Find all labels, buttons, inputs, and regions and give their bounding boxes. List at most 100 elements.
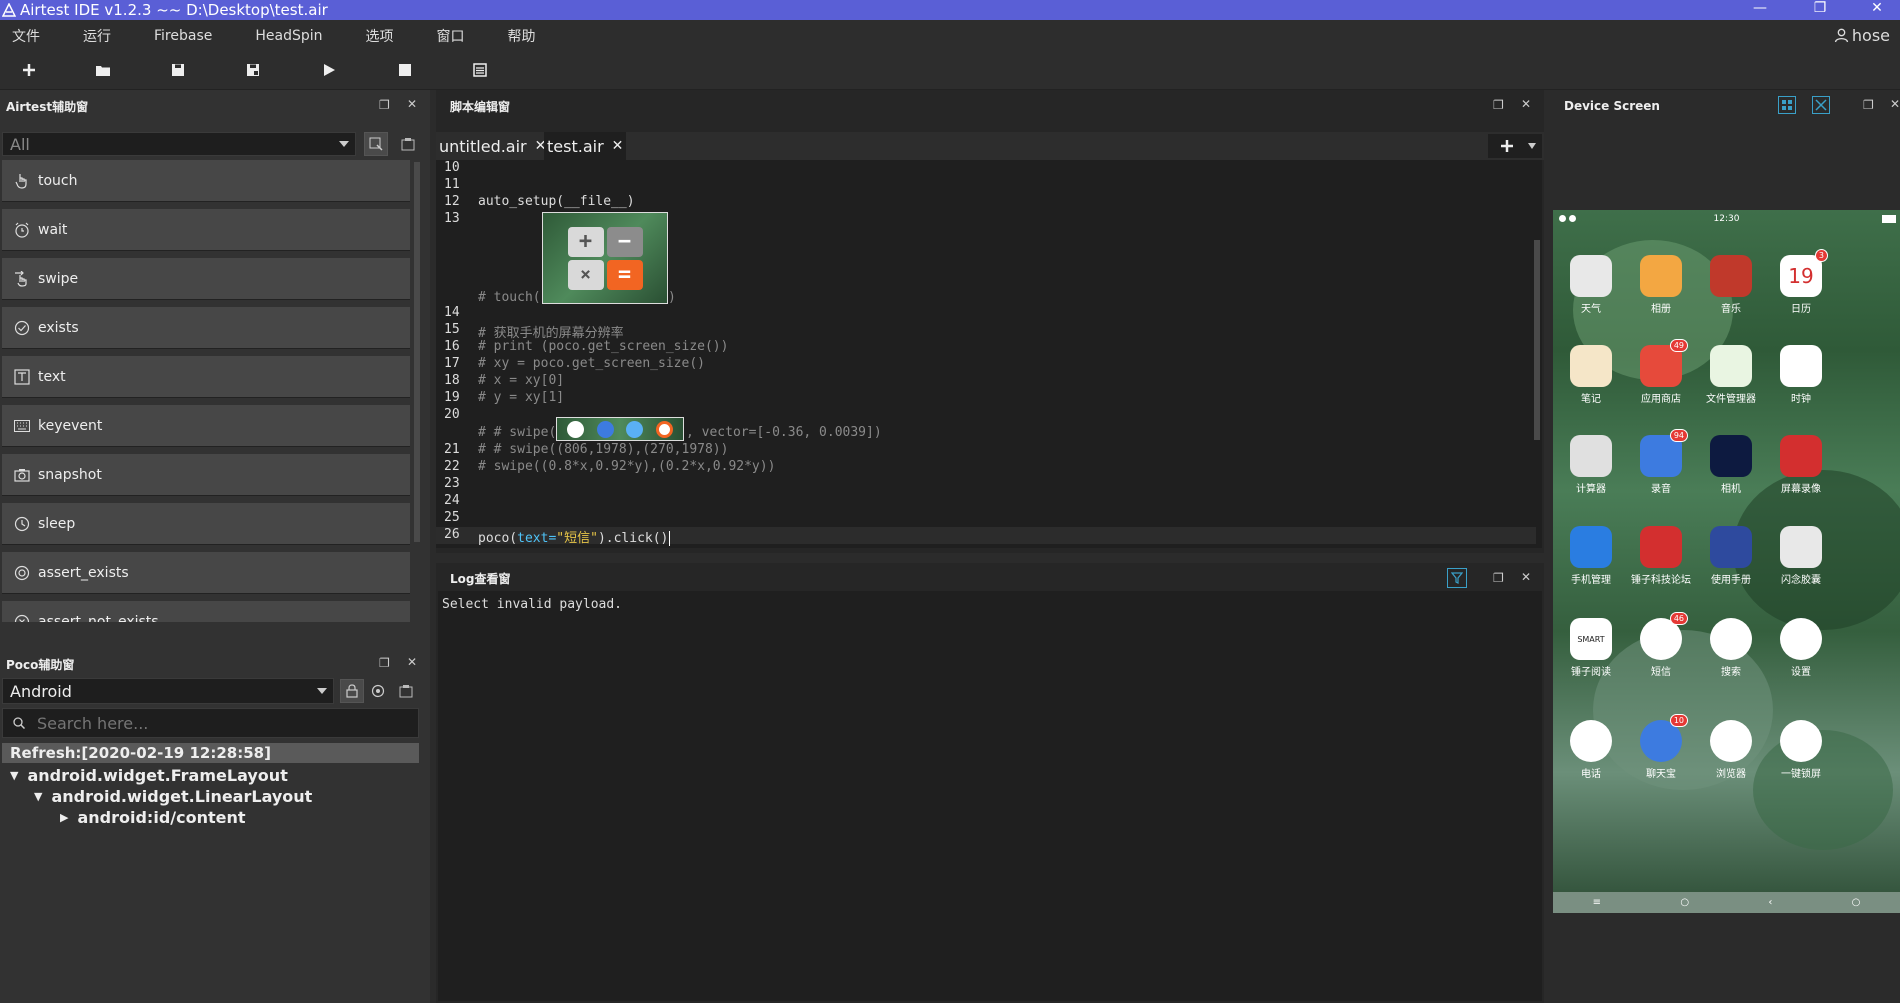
close-icon[interactable]: ✕ bbox=[1890, 97, 1900, 111]
log-filter-button[interactable] bbox=[1447, 568, 1467, 588]
menu-help[interactable]: 帮助 bbox=[508, 26, 536, 46]
app-clock-app[interactable]: 时钟 bbox=[1771, 345, 1831, 405]
report-button[interactable] bbox=[471, 61, 489, 79]
close-icon[interactable]: ✕ bbox=[1521, 97, 1531, 111]
close-window-button[interactable]: ✕ bbox=[1862, 0, 1892, 16]
poco-platform-select[interactable]: Android bbox=[2, 678, 334, 704]
app-app-store[interactable]: 49 应用商店 bbox=[1631, 339, 1691, 405]
menu-window[interactable]: 窗口 bbox=[437, 26, 465, 46]
poco-search-box[interactable] bbox=[2, 708, 419, 738]
tree-node[interactable]: ▼ android.widget.FrameLayout bbox=[10, 765, 312, 786]
editor-scrollbar[interactable] bbox=[1534, 240, 1540, 440]
api-item-label: wait bbox=[38, 221, 68, 238]
minimize-button[interactable]: — bbox=[1745, 0, 1775, 16]
api-item-wait[interactable]: wait bbox=[2, 209, 410, 251]
app-reader-app[interactable]: SMART 锤子阅读 bbox=[1561, 618, 1621, 678]
app-idea-capsule[interactable]: 闪念胶囊 bbox=[1771, 526, 1831, 586]
menu-firebase[interactable]: Firebase bbox=[154, 28, 212, 44]
float-icon[interactable]: ❐ bbox=[379, 98, 390, 112]
api-item-text[interactable]: text bbox=[2, 356, 410, 398]
api-item-sleep[interactable]: sleep bbox=[2, 503, 410, 545]
menu-options[interactable]: 选项 bbox=[366, 26, 394, 46]
dock-screenshot-image[interactable] bbox=[556, 417, 684, 441]
run-button[interactable] bbox=[320, 61, 338, 79]
api-filter-select[interactable]: All bbox=[2, 132, 356, 156]
chevron-down-icon bbox=[339, 141, 349, 147]
api-list-scrollbar[interactable] bbox=[414, 162, 420, 542]
device-screen[interactable]: 12:30 天气 相册 音乐 19 3 日历 笔记 49 应用商店 文件管理器 时钟 计算器 94 录音 相… bbox=[1553, 210, 1900, 913]
code-editor[interactable]: 10 11 12 13 14 15 16 17 18 19 20 21 22 2… bbox=[436, 160, 1542, 548]
api-item-keyevent[interactable]: keyevent bbox=[2, 405, 410, 447]
app-music-app[interactable]: 音乐 bbox=[1701, 255, 1761, 315]
record-icon bbox=[399, 685, 413, 698]
app-search-app[interactable]: 搜索 bbox=[1701, 618, 1761, 678]
app-file-manager[interactable]: 文件管理器 bbox=[1701, 345, 1761, 405]
lock-icon bbox=[346, 684, 358, 698]
float-icon[interactable]: ❐ bbox=[379, 656, 390, 670]
tab-untitled[interactable]: untitled.air ✕ bbox=[436, 132, 546, 160]
airtest-panel-title: Airtest辅助窗 bbox=[6, 99, 89, 114]
device-tools-button[interactable] bbox=[1812, 96, 1830, 114]
api-item-swipe[interactable]: swipe bbox=[2, 258, 410, 300]
menu-file[interactable]: 文件 bbox=[12, 26, 40, 46]
app-screen-recorder[interactable]: 屏幕录像 bbox=[1771, 435, 1831, 495]
app-notes-app[interactable]: 笔记 bbox=[1561, 345, 1621, 405]
refresh-button[interactable] bbox=[366, 679, 390, 703]
image-capture-button[interactable] bbox=[364, 132, 388, 156]
app-forum-app[interactable]: 锤子科技论坛 bbox=[1631, 526, 1691, 586]
app-camera-app[interactable]: 相机 bbox=[1701, 435, 1761, 495]
tab-test[interactable]: test.air ✕ bbox=[544, 132, 626, 160]
app-chat-app[interactable]: 10 聊天宝 bbox=[1631, 714, 1691, 780]
save-button[interactable] bbox=[169, 61, 187, 79]
restore-button[interactable]: ❐ bbox=[1805, 0, 1835, 16]
recent-nav-icon[interactable]: ○ bbox=[1852, 897, 1861, 908]
user-account[interactable]: hose bbox=[1834, 26, 1890, 45]
app-recorder-app[interactable]: 94 录音 bbox=[1631, 429, 1691, 495]
app-calendar-app[interactable]: 19 3 日历 bbox=[1771, 249, 1831, 315]
stop-button[interactable] bbox=[396, 61, 414, 79]
app-browser-app[interactable]: 浏览器 bbox=[1701, 720, 1761, 780]
inspector-mode-button[interactable] bbox=[1778, 96, 1796, 114]
app-phone-app[interactable]: 电话 bbox=[1561, 720, 1621, 780]
api-item-snapshot[interactable]: snapshot bbox=[2, 454, 410, 496]
app-calculator-app[interactable]: 计算器 bbox=[1561, 435, 1621, 495]
poco-record-button[interactable] bbox=[394, 679, 418, 703]
float-icon[interactable]: ❐ bbox=[1863, 98, 1874, 112]
home-nav-icon[interactable]: ○ bbox=[1680, 897, 1689, 908]
close-tab-icon[interactable]: ✕ bbox=[612, 138, 624, 154]
new-file-button[interactable] bbox=[20, 61, 38, 79]
menu-nav-icon[interactable]: ≡ bbox=[1593, 897, 1601, 908]
back-nav-icon[interactable]: ‹ bbox=[1768, 897, 1772, 908]
app-settings-app[interactable]: 设置 bbox=[1771, 618, 1831, 678]
menu-headspin[interactable]: HeadSpin bbox=[255, 28, 322, 44]
app-weather-app[interactable]: 天气 bbox=[1561, 255, 1621, 315]
calculator-screenshot-image[interactable]: + − × = bbox=[542, 212, 668, 304]
tree-node[interactable]: ▶ android:id/content bbox=[10, 807, 312, 828]
float-icon[interactable]: ❐ bbox=[1493, 571, 1504, 585]
api-item-exists[interactable]: exists bbox=[2, 307, 410, 349]
api-item-touch[interactable]: touch bbox=[2, 160, 410, 202]
float-icon[interactable]: ❐ bbox=[1493, 98, 1504, 112]
close-icon[interactable]: ✕ bbox=[407, 655, 417, 669]
app-gallery-app[interactable]: 相册 bbox=[1631, 255, 1691, 315]
menu-run[interactable]: 运行 bbox=[83, 26, 111, 46]
api-item-assert-not-exists[interactable]: assert_not_exists bbox=[2, 601, 410, 622]
app-messages-app[interactable]: 46 短信 bbox=[1631, 612, 1691, 678]
app-label: 聊天宝 bbox=[1646, 769, 1676, 780]
close-icon[interactable]: ✕ bbox=[1521, 570, 1531, 584]
calculator-app-icon bbox=[1570, 435, 1612, 477]
tree-node[interactable]: ▼ android.widget.LinearLayout bbox=[10, 786, 312, 807]
app-manual-app[interactable]: 使用手册 bbox=[1701, 526, 1761, 586]
new-tab-button[interactable] bbox=[1488, 134, 1542, 158]
app-lock-screen-app[interactable]: 一键锁屏 bbox=[1771, 720, 1831, 780]
lock-button[interactable] bbox=[340, 679, 364, 703]
open-file-button[interactable] bbox=[94, 61, 112, 79]
notification-badge: 46 bbox=[1669, 612, 1688, 625]
save-as-button[interactable] bbox=[244, 61, 262, 79]
poco-search-input[interactable] bbox=[37, 713, 397, 733]
record-button[interactable] bbox=[396, 132, 420, 156]
browser-icon bbox=[626, 420, 644, 438]
close-icon[interactable]: ✕ bbox=[407, 97, 417, 111]
api-item-assert-exists[interactable]: assert_exists bbox=[2, 552, 410, 594]
app-phone-manager[interactable]: 手机管理 bbox=[1561, 526, 1621, 586]
